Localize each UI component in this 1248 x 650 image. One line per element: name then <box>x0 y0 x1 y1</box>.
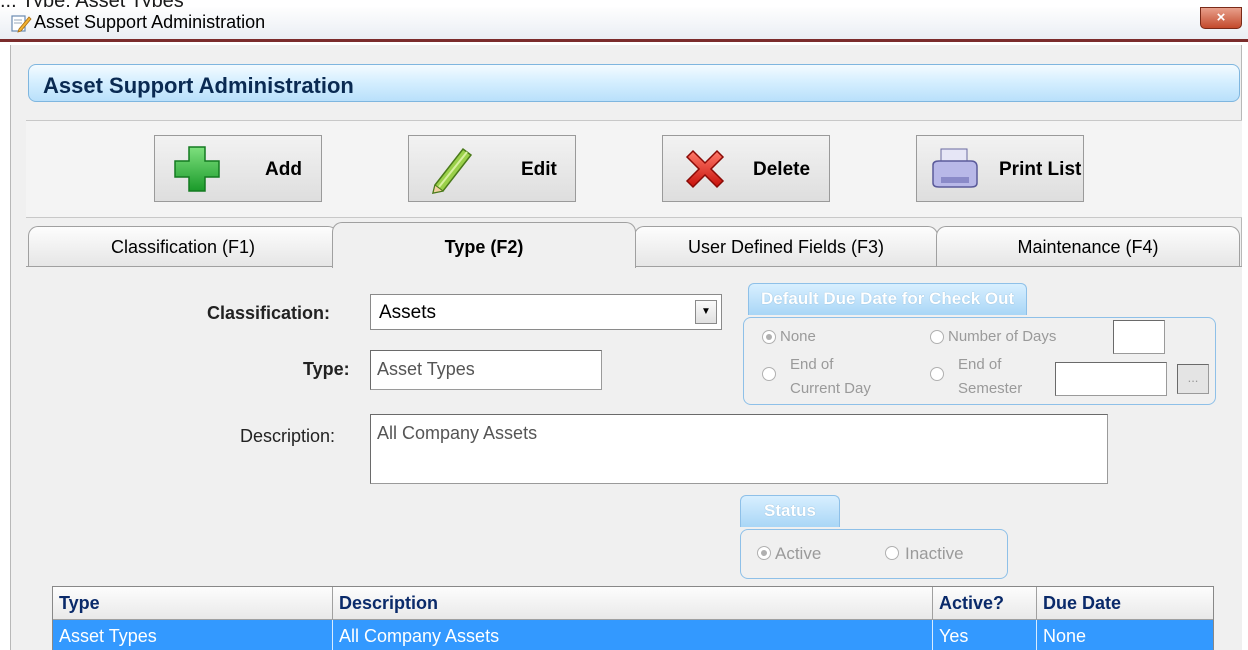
printer-icon <box>932 148 978 188</box>
description-label: Description: <box>240 426 336 446</box>
delete-button[interactable]: Delete <box>662 135 830 202</box>
tab-maintenance[interactable]: Maintenance (F4) <box>936 226 1240 266</box>
tab-user-defined-fields[interactable]: User Defined Fields (F3) <box>634 226 938 266</box>
tab-classification[interactable]: Classification (F1) <box>28 226 338 266</box>
due-end-of-day-label-2: Current Day <box>790 380 871 397</box>
window-title: Asset Support Administration <box>34 12 266 32</box>
status-active-radio[interactable] <box>757 546 771 560</box>
description-value: All Company Assets <box>377 423 538 443</box>
cell-type: Asset Types <box>53 620 333 650</box>
due-date-group-title: Default Due Date for Check Out <box>748 283 1028 315</box>
cell-due-date: None <box>1043 626 1087 646</box>
window-titlebar: Asset Support Administration × <box>0 7 1248 42</box>
due-end-of-semester-radio[interactable] <box>930 367 944 381</box>
due-none-radio[interactable] <box>762 330 776 344</box>
app-edit-icon <box>11 15 32 33</box>
plus-icon <box>174 146 220 192</box>
delete-label: Delete <box>753 159 811 180</box>
number-of-days-input[interactable] <box>1113 320 1165 354</box>
table-row[interactable]: Asset Types All Company Assets Yes None <box>53 620 1213 650</box>
delete-x-icon <box>685 149 725 189</box>
ellipsis-icon: ... <box>1187 370 1199 385</box>
chevron-down-icon[interactable]: ▼ <box>695 300 717 324</box>
classification-value: Assets <box>379 302 437 323</box>
status-group-title: Status <box>740 495 840 527</box>
semester-input[interactable] <box>1055 362 1167 396</box>
classification-label: Classification: <box>207 303 331 323</box>
page-title: Asset Support Administration <box>43 73 354 98</box>
add-button[interactable]: Add <box>154 135 322 202</box>
column-header-active[interactable]: Active? <box>933 587 1037 619</box>
column-header-type[interactable]: Type <box>53 587 333 619</box>
cell-description: All Company Assets <box>333 620 933 650</box>
semester-browse-button[interactable]: ... <box>1177 364 1209 394</box>
status-inactive-radio[interactable] <box>885 546 899 560</box>
table-header: Type Description Active? Due Date <box>53 587 1213 620</box>
close-icon: × <box>1216 9 1226 26</box>
due-end-of-day-label-1: End of <box>790 356 834 373</box>
type-input[interactable]: Asset Types <box>370 350 602 390</box>
due-end-of-day-radio[interactable] <box>762 367 776 381</box>
description-textarea[interactable]: All Company Assets <box>370 414 1108 484</box>
status-active-label: Active <box>775 544 822 563</box>
classification-select[interactable]: Assets ▼ <box>370 294 722 330</box>
add-label: Add <box>265 159 302 180</box>
print-list-label: Print List <box>999 159 1082 180</box>
print-list-button[interactable]: Print List <box>916 135 1084 202</box>
tab-type[interactable]: Type (F2) <box>332 222 636 268</box>
page-header: Asset Support Administration <box>28 64 1240 102</box>
due-end-of-semester-label-1: End of <box>958 356 1002 373</box>
edit-label: Edit <box>521 159 557 180</box>
types-table: Type Description Active? Due Date Asset … <box>52 586 1214 650</box>
due-end-of-semester-label-2: Semester <box>958 380 1023 397</box>
pencil-icon <box>431 147 473 194</box>
column-header-due-date[interactable]: Due Date <box>1037 587 1213 619</box>
type-value: Asset Types <box>377 359 475 379</box>
type-label: Type: <box>303 359 350 379</box>
due-none-label: None <box>780 328 816 345</box>
cell-active: Yes <box>933 620 1037 650</box>
due-number-of-days-label: Number of Days <box>948 328 1057 345</box>
due-number-of-days-radio[interactable] <box>930 330 944 344</box>
close-window-button[interactable]: × <box>1200 7 1242 29</box>
edit-button[interactable]: Edit <box>408 135 576 202</box>
status-inactive-label: Inactive <box>905 544 964 563</box>
column-header-description[interactable]: Description <box>333 587 933 619</box>
